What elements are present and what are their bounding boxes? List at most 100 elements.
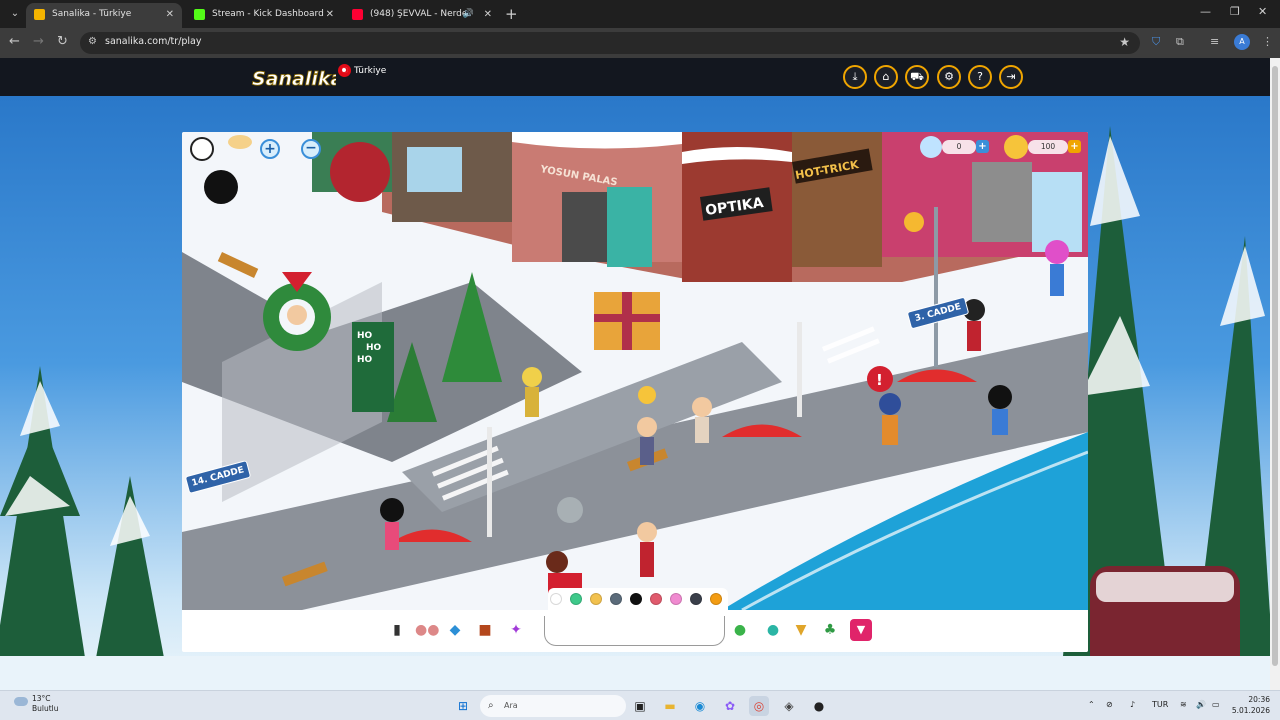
home-icon[interactable]: ⌂ (874, 65, 898, 89)
chat-color-picker (548, 588, 728, 610)
tray-overflow-icon[interactable]: ⌃ (1088, 700, 1095, 709)
shield-extension-icon[interactable]: ⛉ (1152, 35, 1160, 49)
volume-icon[interactable]: 🔊 (1196, 700, 1206, 709)
color-swatch-green[interactable] (570, 593, 582, 605)
copilot-icon[interactable]: ✿ (720, 696, 740, 716)
browser-toolbar: ← → ↻ ⚙ sanalika.com/tr/play ★ ⛉ ⧉ ≡ A ⋮ (0, 28, 1280, 58)
close-tab-icon[interactable]: ✕ (326, 3, 334, 26)
chat-input[interactable] (544, 616, 725, 646)
buy-coins-button[interactable]: + (1068, 140, 1081, 153)
weather-description: Bulutlu (32, 704, 59, 713)
svg-text:Sanalika: Sanalika (252, 68, 336, 90)
player-avatar[interactable] (190, 137, 214, 161)
new-tab-button[interactable]: + (505, 5, 518, 23)
taskbar-search[interactable]: ⌕ Ara (480, 695, 626, 717)
game-canvas[interactable]: ! OPTIKA HOT-TRICK YOSUN PALAS HO HO HO … (182, 132, 1088, 652)
help-icon[interactable]: ? (968, 65, 992, 89)
scrollbar-thumb[interactable] (1272, 66, 1278, 666)
color-swatch-orange[interactable] (710, 593, 722, 605)
back-icon[interactable]: ← (9, 34, 20, 50)
chrome-icon[interactable]: ◎ (749, 696, 769, 716)
food-icon[interactable] (228, 135, 252, 149)
minimize-button[interactable]: — (1200, 5, 1211, 18)
phone-icon[interactable]: ▮ (386, 619, 408, 641)
mask-emoji-icon[interactable] (204, 170, 238, 204)
tab-youtube[interactable]: (948) ŞEVVAL - Nerdeydin ( 🔊 ✕ (344, 3, 500, 28)
color-swatch-slate[interactable] (610, 593, 622, 605)
zoom-out-button[interactable]: − (301, 139, 321, 159)
color-swatch-black[interactable] (630, 593, 642, 605)
language-label: Türkiye (354, 66, 387, 76)
color-swatch-red[interactable] (650, 593, 662, 605)
zoom-in-button[interactable]: + (260, 139, 280, 159)
microphone-icon[interactable]: ♪ (1130, 700, 1135, 709)
tab-kick[interactable]: Stream - Kick Dashboard ✕ (186, 3, 342, 28)
forward-icon[interactable]: → (33, 34, 44, 50)
tab-title: (948) ŞEVVAL - Nerdeydin ( (370, 9, 466, 19)
buy-diamonds-button[interactable]: + (976, 140, 989, 153)
tab-search-button[interactable]: ⌄ (6, 5, 24, 23)
svg-text:HO: HO (357, 355, 373, 365)
clock-date: 5.01.2026 (1231, 706, 1270, 715)
edge-icon[interactable]: ◉ (690, 696, 710, 716)
logout-icon[interactable]: ⇥ (999, 65, 1023, 89)
keyboard-language[interactable]: TUR (1152, 700, 1168, 709)
fish-icon[interactable]: ◆ (444, 619, 466, 641)
windows-start-icon[interactable]: ⊞ (453, 696, 473, 716)
color-swatch-white[interactable] (550, 593, 562, 605)
island-icon[interactable]: ♣ (819, 619, 841, 641)
svg-text:HO: HO (357, 331, 373, 341)
url-text[interactable]: sanalika.com/tr/play (105, 36, 202, 47)
pet-icon[interactable]: ● (762, 619, 784, 641)
footprints-icon[interactable]: ●● (415, 619, 439, 641)
tab-sanalika[interactable]: Sanalika - Türkiye ✕ (26, 3, 182, 28)
weather-widget[interactable]: 13°C Bulutlu (14, 694, 59, 714)
diamond-icon (920, 136, 942, 158)
site-info-icon[interactable]: ⚙ (88, 36, 97, 47)
speaker-icon[interactable]: 🔊 (463, 3, 474, 26)
language-selector[interactable]: Türkiye (338, 64, 386, 78)
media-control-icon[interactable]: ≡ (1210, 35, 1219, 48)
bag-icon[interactable]: ■ (474, 619, 496, 641)
chrome-menu-icon[interactable]: ⋮ (1262, 35, 1273, 48)
svg-text:HO: HO (366, 343, 382, 353)
cart-icon[interactable]: ⛟ (905, 65, 929, 89)
coin-icon (1004, 135, 1028, 159)
taskbar-clock[interactable]: 20:36 5.01.2026 (1226, 694, 1270, 716)
reload-icon[interactable]: ↻ (57, 34, 68, 50)
search-icon: ⌕ (488, 700, 494, 711)
svg-text:!: ! (876, 371, 883, 389)
dance-icon[interactable]: ✦ (505, 619, 527, 641)
bookmark-star-icon[interactable]: ★ (1119, 35, 1130, 49)
close-tab-icon[interactable]: ✕ (166, 3, 174, 26)
network-off-icon[interactable]: ⊘ (1106, 700, 1113, 709)
app-icon[interactable]: ◈ (779, 696, 799, 716)
task-view-icon[interactable]: ▣ (630, 696, 650, 716)
game-toolbar: ▮ ●● ◆ ■ ✦ ● ● ▼ ♣ ▼ (182, 610, 1088, 652)
page-scrollbar[interactable] (1270, 58, 1280, 690)
wifi-icon[interactable]: ≋ (1180, 700, 1187, 709)
menu-triangle-icon[interactable]: ▼ (850, 619, 872, 641)
extensions-icon[interactable]: ⧉ (1176, 35, 1184, 49)
close-tab-icon[interactable]: ✕ (484, 3, 492, 26)
profile-avatar[interactable]: A (1234, 34, 1250, 50)
chat-bubble-icon[interactable]: ● (729, 619, 751, 641)
close-window-button[interactable]: ✕ (1258, 5, 1267, 18)
trophy-icon[interactable]: ▼ (790, 619, 812, 641)
color-swatch-pink[interactable] (670, 593, 682, 605)
obs-icon[interactable]: ● (809, 696, 829, 716)
address-bar[interactable]: ⚙ sanalika.com/tr/play ★ (80, 32, 1140, 54)
tab-strip: ⌄ Sanalika - Türkiye ✕ Stream - Kick Das… (0, 0, 1280, 28)
site-header: Sanalika Türkiye ⤓ ⌂ ⛟ ⚙ ? ⇥ (0, 58, 1270, 96)
settings-icon[interactable]: ⚙ (937, 65, 961, 89)
weather-temperature: 13°C (32, 694, 51, 703)
file-explorer-icon[interactable]: ▬ (660, 696, 680, 716)
color-swatch-dark[interactable] (690, 593, 702, 605)
game-world-scene[interactable]: ! OPTIKA HOT-TRICK YOSUN PALAS HO HO HO (182, 132, 1088, 610)
download-icon[interactable]: ⤓ (843, 65, 867, 89)
sanalika-logo[interactable]: Sanalika (250, 64, 336, 92)
maximize-button[interactable]: ❐ (1230, 5, 1240, 18)
color-swatch-yellow[interactable] (590, 593, 602, 605)
kick-favicon-icon (194, 9, 205, 20)
battery-icon[interactable]: ▭ (1212, 700, 1220, 709)
